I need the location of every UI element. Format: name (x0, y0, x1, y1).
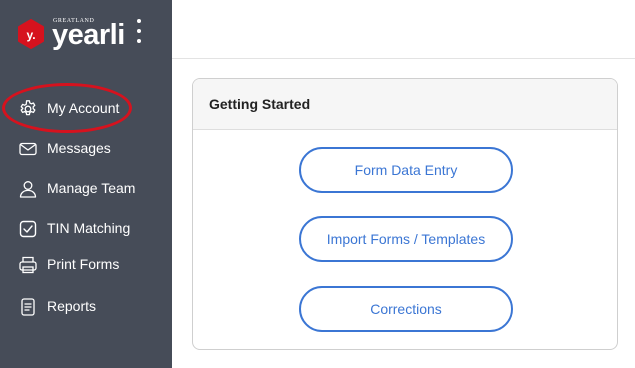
card-header: Getting Started (193, 79, 617, 130)
sidebar-item-label: Messages (47, 140, 111, 156)
card-title: Getting Started (209, 96, 311, 112)
envelope-icon (18, 139, 38, 159)
sidebar-item-tin-matching[interactable]: TIN Matching (0, 211, 172, 247)
logo-mark-letter: y. (26, 28, 35, 42)
button-label: Import Forms / Templates (326, 231, 486, 247)
import-forms-templates-button[interactable]: Import Forms / Templates (299, 216, 513, 262)
sidebar-item-label: Reports (47, 298, 97, 314)
report-icon (18, 297, 38, 317)
sidebar-item-label: Manage Team (47, 180, 136, 196)
sidebar-item-reports[interactable]: Reports (0, 289, 172, 325)
highlight-annotation (2, 83, 132, 133)
getting-started-card: Getting Started Form Data Entry Import F… (192, 78, 618, 350)
yearli-logo-mark-icon: y. (16, 19, 46, 49)
header-divider (172, 58, 635, 59)
logo-wordmark: yearli (52, 19, 125, 51)
sidebar-item-messages[interactable]: Messages (0, 131, 172, 167)
sidebar: y. GREATLAND yearli My Account Messages (0, 0, 172, 368)
sidebar-item-label: Print Forms (47, 256, 120, 272)
more-options-icon[interactable] (132, 18, 146, 44)
user-icon (18, 179, 38, 199)
button-label: Form Data Entry (354, 162, 458, 178)
sidebar-item-print-forms[interactable]: Print Forms (0, 247, 172, 283)
printer-icon (18, 255, 38, 275)
form-data-entry-button[interactable]: Form Data Entry (299, 147, 513, 193)
sidebar-item-label: TIN Matching (47, 220, 131, 236)
button-label: Corrections (370, 301, 442, 317)
checkbox-icon (18, 219, 38, 239)
sidebar-item-manage-team[interactable]: Manage Team (0, 171, 172, 207)
corrections-button[interactable]: Corrections (299, 286, 513, 332)
